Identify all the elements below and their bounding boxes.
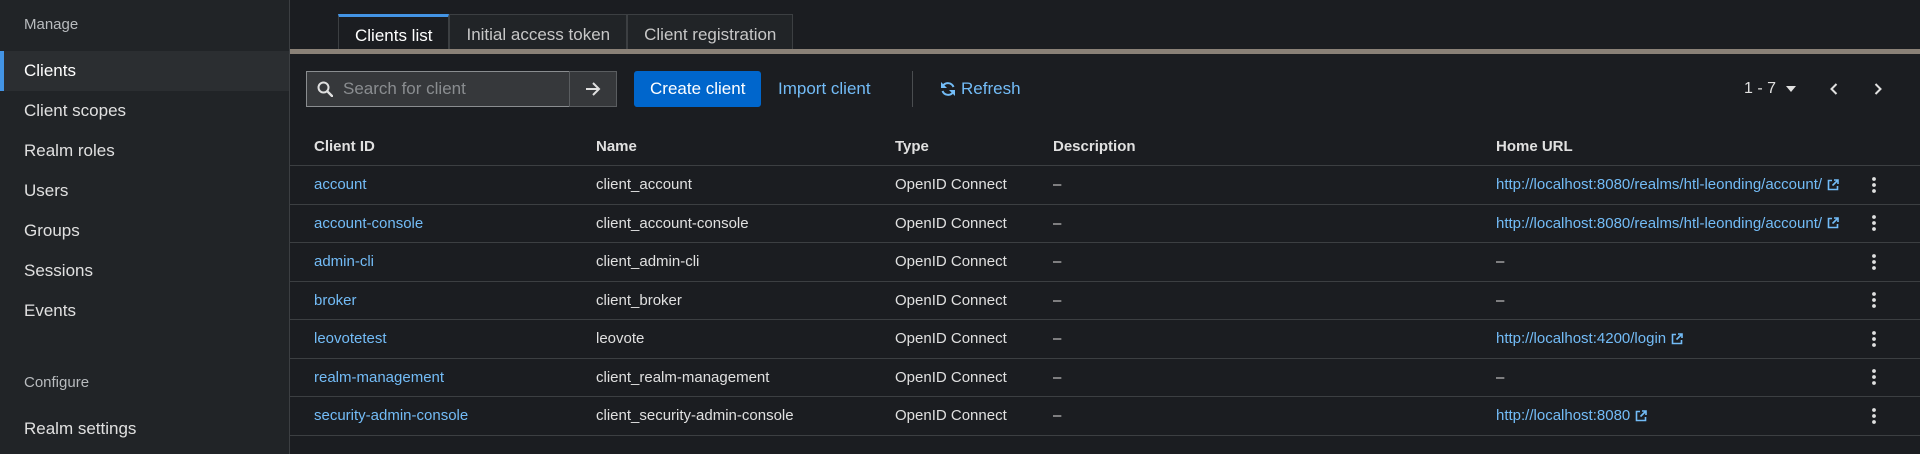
previous-page-button[interactable] [1830, 83, 1838, 95]
table-row: admin-cli client_admin-cli OpenID Connect –… [290, 243, 1920, 282]
refresh-label: Refresh [961, 79, 1021, 98]
table-row: account-console client_account-console Ope… [290, 205, 1920, 243]
client-id-link[interactable]: security-admin-console [314, 407, 468, 424]
row-actions-kebab-icon[interactable] [1862, 365, 1886, 389]
home-url-link[interactable]: http://localhost:8080 [1496, 407, 1630, 424]
table-row: realm-management client_realm-management O… [290, 359, 1920, 397]
chevron-left-icon [1830, 83, 1838, 95]
client-description: – [1053, 330, 1062, 348]
header-name: Name [596, 138, 637, 155]
home-url-empty: – [1496, 253, 1505, 271]
nav-group-manage-title: Manage [24, 16, 79, 33]
client-type: OpenID Connect [895, 330, 1007, 348]
header-description: Description [1053, 138, 1136, 155]
row-actions-kebab-icon[interactable] [1862, 173, 1886, 197]
client-description: – [1053, 407, 1062, 425]
chevron-right-icon [1874, 83, 1882, 95]
arrow-right-icon [586, 82, 601, 96]
sidebar-item-client-scopes[interactable]: Client scopes [0, 91, 289, 131]
sidebar: Manage Clients Client scopes Realm roles… [0, 0, 290, 454]
table-row: leovotetest leovote OpenID Connect – http://… [290, 320, 1920, 359]
external-link-icon [1827, 217, 1839, 229]
row-actions-kebab-icon[interactable] [1862, 288, 1886, 312]
row-actions-kebab-icon[interactable] [1862, 250, 1886, 274]
tab-client-registration[interactable]: Client registration [627, 14, 794, 54]
client-type: OpenID Connect [895, 407, 1007, 425]
refresh-button[interactable]: Refresh [940, 71, 1021, 107]
client-description: – [1053, 291, 1062, 309]
client-id-link[interactable]: broker [314, 292, 357, 309]
row-actions-kebab-icon[interactable] [1862, 327, 1886, 351]
home-url-link[interactable]: http://localhost:8080/realms/htl-leondin… [1496, 176, 1822, 193]
external-link-icon [1671, 332, 1683, 345]
table-body: account client_account OpenID Connect – http… [290, 166, 1920, 436]
client-type: OpenID Connect [895, 291, 1007, 309]
client-type: OpenID Connect [895, 176, 1007, 194]
toolbar-divider [912, 71, 913, 107]
pagination-dropdown-toggle[interactable] [1786, 86, 1796, 92]
client-description: – [1053, 368, 1062, 386]
clients-table: Client ID Name Type Description Home URL… [290, 128, 1920, 436]
client-id-link[interactable]: account-console [314, 215, 423, 232]
table-row: broker client_broker OpenID Connect – – [290, 282, 1920, 320]
search-icon [317, 81, 333, 97]
table-row: security-admin-console client_security-ad… [290, 397, 1920, 436]
client-name: client_account [596, 176, 692, 194]
create-client-button[interactable]: Create client [634, 71, 762, 107]
client-id-link[interactable]: account [314, 176, 367, 193]
external-link-icon [1635, 409, 1648, 422]
refresh-icon [941, 82, 955, 96]
nav-group-configure-title: Configure [24, 374, 90, 391]
sidebar-item-realm-settings[interactable]: Realm settings [0, 409, 289, 449]
sidebar-item-clients[interactable]: Clients [0, 51, 289, 91]
client-name: client_realm-management [596, 368, 770, 386]
table-header: Client ID Name Type Description Home URL [290, 128, 1920, 166]
tab-clients-list[interactable]: Clients list [338, 14, 450, 54]
table-row: account client_account OpenID Connect – http… [290, 166, 1920, 205]
sidebar-item-sessions[interactable]: Sessions [0, 251, 289, 291]
pagination-range: 1 - 7 [1743, 80, 1776, 97]
search-box [306, 71, 570, 107]
client-id-link[interactable]: realm-management [314, 369, 444, 386]
main-content: Clients list Initial access token Client… [290, 0, 1920, 454]
row-actions-kebab-icon[interactable] [1862, 404, 1886, 428]
client-id-link[interactable]: admin-cli [314, 253, 374, 270]
sidebar-item-events[interactable]: Events [0, 291, 289, 331]
header-client-id[interactable]: Client ID [314, 128, 375, 165]
header-type: Type [895, 138, 929, 155]
client-name: client_admin-cli [596, 253, 700, 271]
home-url-empty: – [1496, 368, 1505, 386]
header-home-url: Home URL [1496, 138, 1573, 155]
home-url-empty: – [1496, 291, 1505, 309]
client-type: OpenID Connect [895, 214, 1007, 232]
client-name: client_broker [596, 291, 682, 309]
client-description: – [1053, 253, 1062, 271]
sidebar-item-groups[interactable]: Groups [0, 211, 289, 251]
sidebar-item-users[interactable]: Users [0, 171, 289, 211]
row-actions-kebab-icon[interactable] [1862, 211, 1886, 235]
tab-bar: Clients list Initial access token Client… [338, 14, 794, 54]
caret-down-icon [1786, 86, 1796, 92]
client-type: OpenID Connect [895, 368, 1007, 386]
pagination: 1 - 7 [1744, 71, 1906, 107]
external-link-icon [1827, 178, 1839, 191]
toolbar: Create client Import client Refresh 1 - … [306, 71, 1906, 107]
home-url-link[interactable]: http://localhost:4200/login [1496, 330, 1666, 347]
client-description: – [1053, 176, 1062, 194]
sidebar-item-realm-roles[interactable]: Realm roles [0, 131, 289, 171]
home-url-link[interactable]: http://localhost:8080/realms/htl-leondin… [1496, 215, 1822, 232]
client-name: client_account-console [596, 214, 749, 232]
client-name: leovote [596, 330, 645, 348]
search-input[interactable] [333, 72, 569, 106]
import-client-button[interactable]: Import client [778, 71, 871, 107]
tab-initial-access-token[interactable]: Initial access token [449, 14, 628, 54]
client-name: client_security-admin-console [596, 407, 794, 425]
search-submit-button[interactable] [569, 71, 617, 107]
client-id-link[interactable]: leovotetest [314, 330, 387, 347]
next-page-button[interactable] [1874, 83, 1882, 95]
client-description: – [1053, 214, 1062, 232]
tab-divider [290, 49, 1920, 54]
client-type: OpenID Connect [895, 253, 1007, 271]
